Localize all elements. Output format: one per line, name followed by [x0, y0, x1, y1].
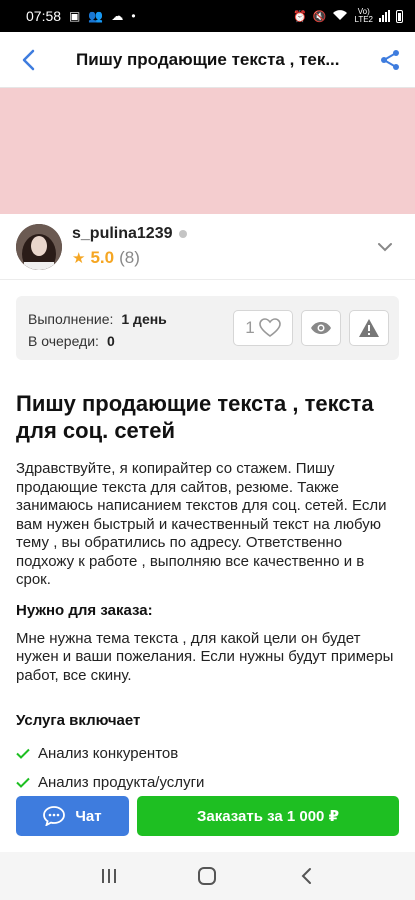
wifi-icon [332, 9, 348, 24]
recent-apps-icon [102, 869, 117, 883]
avatar[interactable] [16, 223, 62, 270]
gig-cover-image[interactable] [0, 88, 415, 214]
recent-apps-button[interactable] [89, 856, 129, 896]
battery-icon [396, 9, 403, 23]
network-label: Vo) LTE2 [354, 7, 373, 24]
views-button[interactable] [301, 310, 341, 346]
online-status-dot [178, 230, 187, 238]
share-icon [381, 49, 399, 70]
chevron-down-icon [378, 242, 392, 251]
home-icon [198, 867, 217, 885]
status-bar: 07:58 ▣ 👥 ☁ • ⏰ 🔇 Vo) LTE2 [0, 0, 415, 32]
requirements-text: Мне нужна тема текста , для какой цели о… [16, 629, 394, 684]
gig-info-box: Выполнение: 1 день В очереди: 0 1 [16, 296, 399, 360]
page-title: Пишу продающие текста , тек... [76, 49, 340, 69]
bottom-action-bar: Чат Заказать за 1 000 ₽ [16, 796, 399, 836]
back-button[interactable] [0, 32, 56, 88]
share-button[interactable] [365, 32, 415, 88]
seller-name[interactable]: s_pulina1239 [72, 225, 173, 243]
notification-icon: ▣ [69, 9, 81, 23]
eye-icon [311, 322, 331, 334]
back-arrow-icon [301, 868, 311, 884]
includes-heading: Услуга включает [16, 712, 141, 729]
check-icon [16, 748, 30, 759]
favorite-button[interactable]: 1 [233, 310, 293, 346]
home-button[interactable] [187, 856, 227, 896]
report-button[interactable] [349, 310, 389, 346]
gig-title: Пишу продающие текста , текста для соц. … [16, 391, 374, 443]
dot-icon: • [131, 9, 136, 23]
requirements-heading: Нужно для заказа: [16, 601, 153, 619]
expand-seller-button[interactable] [371, 233, 399, 261]
includes-list: Анализ конкурентов Анализ продукта/услуг… [16, 739, 399, 797]
mute-icon: 🔇 [312, 10, 327, 23]
order-button[interactable]: Заказать за 1 000 ₽ [137, 796, 399, 836]
seller-rating: 5.0 [90, 248, 115, 267]
heart-icon [258, 318, 281, 337]
system-nav-bar [0, 852, 415, 900]
seller-row[interactable]: s_pulina1239 ★ 5.0 (8) [0, 214, 415, 280]
check-icon [16, 777, 30, 788]
warning-icon [359, 319, 379, 337]
list-item: Анализ конкурентов [16, 739, 399, 768]
gig-description: Здравствуйте, я копирайтер со стажем. Пи… [16, 460, 387, 588]
review-count: (8) [119, 248, 140, 267]
likes-count: 1 [245, 318, 255, 337]
alarm-icon: ⏰ [293, 10, 307, 23]
contacts-icon: 👥 [88, 9, 104, 23]
chevron-left-icon [22, 49, 35, 70]
chat-bubble-icon [43, 806, 66, 826]
gig-content: Пишу продающие текста , текста для соц. … [16, 390, 399, 797]
chat-button[interactable]: Чат [16, 796, 129, 836]
star-icon: ★ [72, 250, 86, 267]
app-header: Пишу продающие текста , тек... [0, 32, 415, 88]
system-back-button[interactable] [286, 856, 326, 896]
cloud-icon: ☁ [111, 9, 124, 23]
status-time: 07:58 [26, 8, 62, 24]
signal-icon [379, 10, 390, 22]
list-item: Анализ продукта/услуги [16, 768, 399, 797]
